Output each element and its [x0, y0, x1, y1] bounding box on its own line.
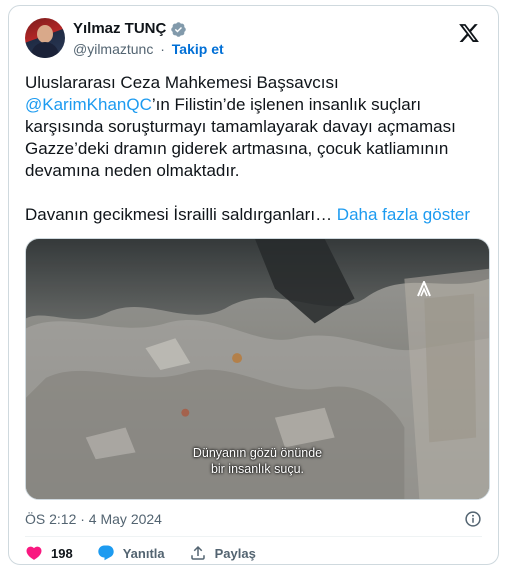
caption-line-1: Dünyanın gözü önünde [192, 446, 323, 460]
author-handle[interactable]: @yilmaztunc [73, 41, 153, 57]
share-label: Paylaş [214, 545, 256, 561]
avatar[interactable] [25, 18, 65, 58]
tweet-text-part1: Uluslararası Ceza Mahkemesi Başsavcısı [25, 73, 344, 92]
avatar-face [37, 25, 53, 43]
verified-badge-icon [171, 21, 187, 37]
share-button[interactable]: Paylaş [189, 544, 256, 562]
caption-line-2: bir insanlık suçu. [210, 462, 305, 476]
share-upload-icon [190, 545, 205, 560]
tweet-text: Uluslararası Ceza Mahkemesi Başsavcısı @… [25, 72, 485, 226]
mention-link[interactable]: @KarimKhanQC [25, 95, 152, 114]
author-display-name[interactable]: Yılmaz TUNÇ [73, 20, 166, 38]
tweet-card[interactable]: Yılmaz TUNÇ @yilmaztunc · Takip et Ulusl… [8, 5, 499, 565]
heart-icon [26, 546, 42, 560]
like-button[interactable]: 198 [25, 544, 73, 562]
tweet-header: Yılmaz TUNÇ @yilmaztunc · Takip et [25, 18, 482, 66]
video-media[interactable]: Dünyanın gözü önünde bir insanlık suçu. [25, 238, 490, 500]
tweet-timestamp[interactable]: ÖS 2:12 · 4 May 2024 [25, 509, 162, 529]
anadolu-agency-logo-icon [417, 281, 431, 297]
divider [25, 536, 482, 537]
action-bar: 198 Yanıtla Paylaş [25, 542, 280, 564]
video-caption: Dünyanın gözü önünde bir insanlık suçu. [26, 445, 489, 477]
avatar-body [31, 42, 59, 58]
follow-button[interactable]: Takip et [172, 41, 224, 57]
like-count: 198 [51, 545, 73, 561]
author-name-row[interactable]: Yılmaz TUNÇ [73, 20, 187, 38]
reply-button[interactable]: Yanıtla [97, 544, 165, 562]
x-logo-icon[interactable] [458, 22, 480, 44]
separator-dot: · [160, 41, 165, 57]
reply-bubble-icon [98, 545, 114, 561]
show-more-link[interactable]: Daha fazla göster [337, 205, 470, 224]
info-icon[interactable] [464, 510, 482, 528]
reply-label: Yanıtla [122, 545, 165, 561]
author-info: Yılmaz TUNÇ @yilmaztunc · Takip et [73, 20, 224, 59]
handle-row: @yilmaztunc · Takip et [73, 39, 224, 59]
